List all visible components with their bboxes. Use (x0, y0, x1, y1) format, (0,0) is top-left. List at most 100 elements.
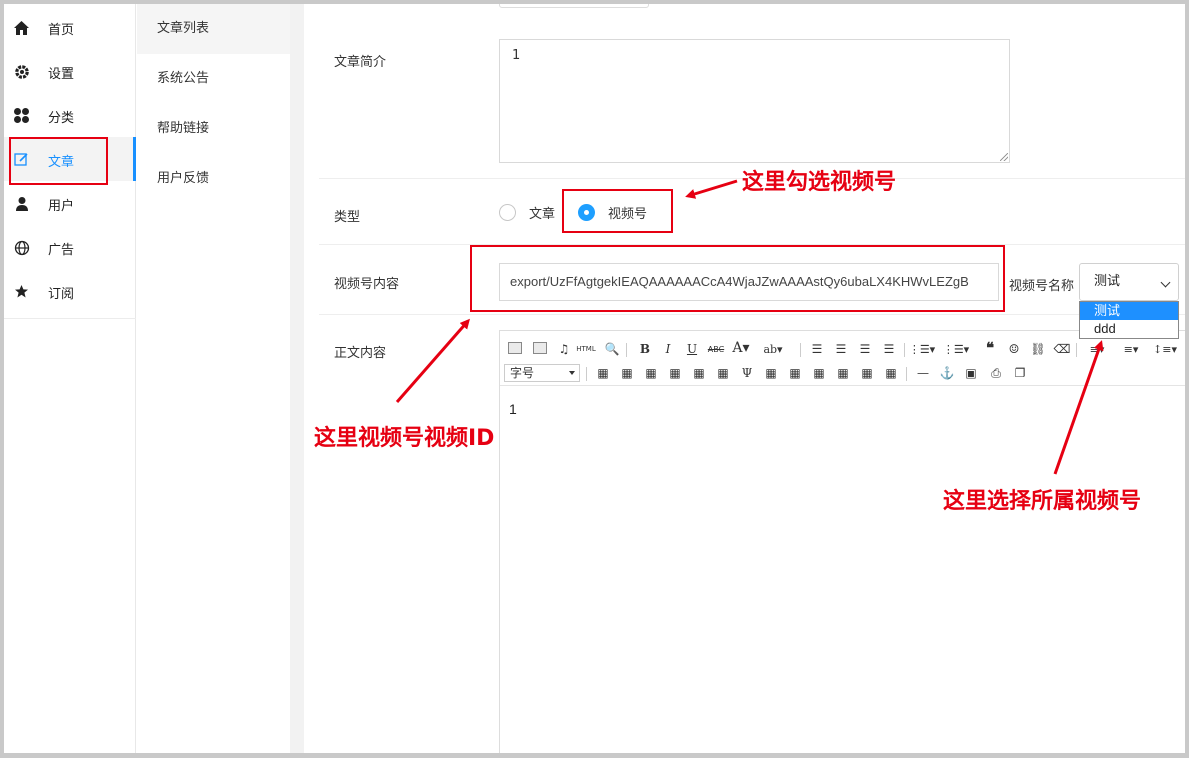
sidebar-item-category[interactable]: 分类 (4, 93, 136, 137)
merge-cells-icon[interactable]: ▦ (762, 365, 780, 381)
insert-image-icon[interactable] (508, 342, 522, 354)
preview-icon[interactable]: ❐ (1011, 365, 1029, 381)
align-center-icon[interactable]: ☰ (832, 341, 850, 357)
star-icon (13, 283, 30, 300)
summary-textarea[interactable]: 1 (499, 39, 1010, 163)
type-radio-article[interactable]: 文章 (499, 203, 555, 222)
sidebar-item-user[interactable]: 用户 (4, 181, 136, 225)
insert-video-icon[interactable] (533, 342, 547, 354)
split-cells-icon[interactable]: ▦ (834, 365, 852, 381)
sidebar-item-label: 首页 (48, 23, 75, 38)
quote-icon[interactable]: ❝ (981, 339, 999, 357)
sidebar-item-label: 分类 (48, 111, 75, 126)
previous-field-edge (499, 4, 649, 8)
submenu-item-article-list[interactable]: 文章列表 (137, 4, 290, 54)
toolbar-separator (906, 367, 907, 381)
align-justify-icon[interactable]: ☰ (880, 341, 898, 357)
sidebar: 首页 设置 分类 文章 用户 广告 订阅 (4, 4, 136, 753)
content-gutter (290, 4, 304, 753)
resize-handle[interactable] (1000, 153, 1008, 161)
link-icon[interactable]: ⛓ (1029, 341, 1047, 357)
sidebar-item-label: 订阅 (48, 287, 75, 302)
summary-value: 1 (512, 48, 521, 63)
sidebar-item-ads[interactable]: 广告 (4, 225, 136, 269)
split-cols-icon[interactable]: ▦ (882, 365, 900, 381)
strikethrough-icon[interactable]: ABC (707, 341, 725, 357)
chevron-down-icon (1160, 277, 1171, 288)
dropdown-option[interactable]: ddd (1080, 320, 1178, 338)
radio-circle[interactable] (499, 204, 516, 221)
emoji-icon[interactable]: ☺ (1005, 341, 1023, 357)
annotation-box-video-id (470, 245, 1005, 312)
sidebar-item-label: 设置 (48, 67, 75, 82)
row-divider (319, 314, 1185, 315)
html-icon[interactable]: HTML (576, 341, 595, 357)
bold-icon[interactable]: B (636, 341, 654, 357)
indent-icon[interactable]: ≡▾ (1088, 341, 1106, 357)
toolbar-separator (626, 343, 627, 357)
insert-table-icon[interactable]: ▦ (594, 365, 612, 381)
annotation-box-article-menu (9, 137, 108, 185)
align-right-icon[interactable]: ☰ (856, 341, 874, 357)
line-height-icon[interactable]: ↕≡▾ (1153, 341, 1177, 357)
home-icon (13, 19, 30, 36)
font-color-icon[interactable]: A▾ (732, 340, 750, 356)
insert-row-before-icon[interactable]: ▦ (666, 365, 684, 381)
editor-content[interactable]: 1 (509, 401, 517, 417)
merge-right-icon[interactable]: ▦ (786, 365, 804, 381)
table-title-icon[interactable]: ▦ (642, 365, 660, 381)
annotation-account-note: 这里选择所属视频号 (943, 489, 1142, 514)
annotation-type-note: 这里勾选视频号 (742, 170, 897, 195)
ordered-list-icon[interactable]: ⋮☰▾ (909, 341, 935, 357)
align-left-icon[interactable]: ☰ (808, 341, 826, 357)
select-value: 测试 (1094, 274, 1121, 289)
dropdown-option-selected[interactable]: 测试 (1080, 302, 1178, 320)
music-icon[interactable]: ♫ (555, 341, 573, 357)
annotation-id-note: 这里视频号视频ID (314, 426, 495, 451)
type-label: 类型 (334, 210, 361, 225)
merge-down-icon[interactable]: ▦ (810, 365, 828, 381)
toolbar-separator (904, 343, 905, 357)
paragraph-spacing-icon[interactable]: ≡▾ (1122, 341, 1140, 357)
editor-toolbar: ♫ HTML 🔍 B I U ABC A▾ ab▾ ☰ ☰ ☰ ☰ ⋮☰▾ ⋮☰… (500, 331, 1185, 386)
toolbar-separator (800, 343, 801, 357)
user-icon (13, 195, 30, 212)
italic-icon[interactable]: I (659, 341, 677, 357)
sidebar-item-home[interactable]: 首页 (4, 5, 136, 49)
chevron-down-icon (569, 371, 575, 375)
rich-text-editor: ♫ HTML 🔍 B I U ABC A▾ ab▾ ☰ ☰ ☰ ☰ ⋮☰▾ ⋮☰… (499, 330, 1185, 753)
page-break-icon[interactable]: ▣ (962, 365, 980, 381)
delete-col-icon[interactable]: Ψ (738, 365, 756, 381)
video-name-dropdown: 测试 ddd (1079, 301, 1179, 339)
underline-icon[interactable]: U (683, 341, 701, 357)
insert-row-after-icon[interactable]: ▦ (690, 365, 708, 381)
highlight-icon[interactable]: ab▾ (763, 341, 782, 357)
insert-col-icon[interactable]: ▦ (714, 365, 732, 381)
toolbar-separator (586, 367, 587, 381)
app-window: 首页 设置 分类 文章 用户 广告 订阅 文章列表 系统公告 帮助链接 用户反馈… (4, 4, 1185, 753)
submenu-item-help-links[interactable]: 帮助链接 (137, 104, 290, 154)
submenu-item-announcement[interactable]: 系统公告 (137, 54, 290, 104)
anchor-icon[interactable]: ⚓ (938, 365, 956, 381)
radio-label: 文章 (529, 207, 556, 222)
sidebar-item-subscribe[interactable]: 订阅 (4, 269, 136, 313)
submenu-item-feedback[interactable]: 用户反馈 (137, 154, 290, 204)
toolbar-separator (1076, 343, 1077, 357)
sidebar-item-label: 广告 (48, 243, 75, 258)
globe-icon (13, 239, 30, 256)
horizontal-rule-icon[interactable]: — (914, 365, 932, 381)
font-size-select[interactable]: 字号 (504, 364, 580, 382)
sidebar-divider (4, 318, 136, 319)
eraser-icon[interactable]: ⌫ (1053, 341, 1071, 357)
font-size-placeholder: 字号 (510, 366, 535, 380)
video-name-select[interactable]: 测试 (1079, 263, 1179, 301)
split-rows-icon[interactable]: ▦ (858, 365, 876, 381)
category-icon (13, 107, 30, 124)
summary-label: 文章简介 (334, 55, 387, 70)
sidebar-item-settings[interactable]: 设置 (4, 49, 136, 93)
unordered-list-icon[interactable]: ⋮☰▾ (943, 341, 969, 357)
print-icon[interactable]: ⎙ (987, 365, 1005, 381)
table-properties-icon[interactable]: ▦ (618, 365, 636, 381)
find-icon[interactable]: 🔍 (603, 341, 621, 357)
gear-icon (13, 63, 30, 80)
